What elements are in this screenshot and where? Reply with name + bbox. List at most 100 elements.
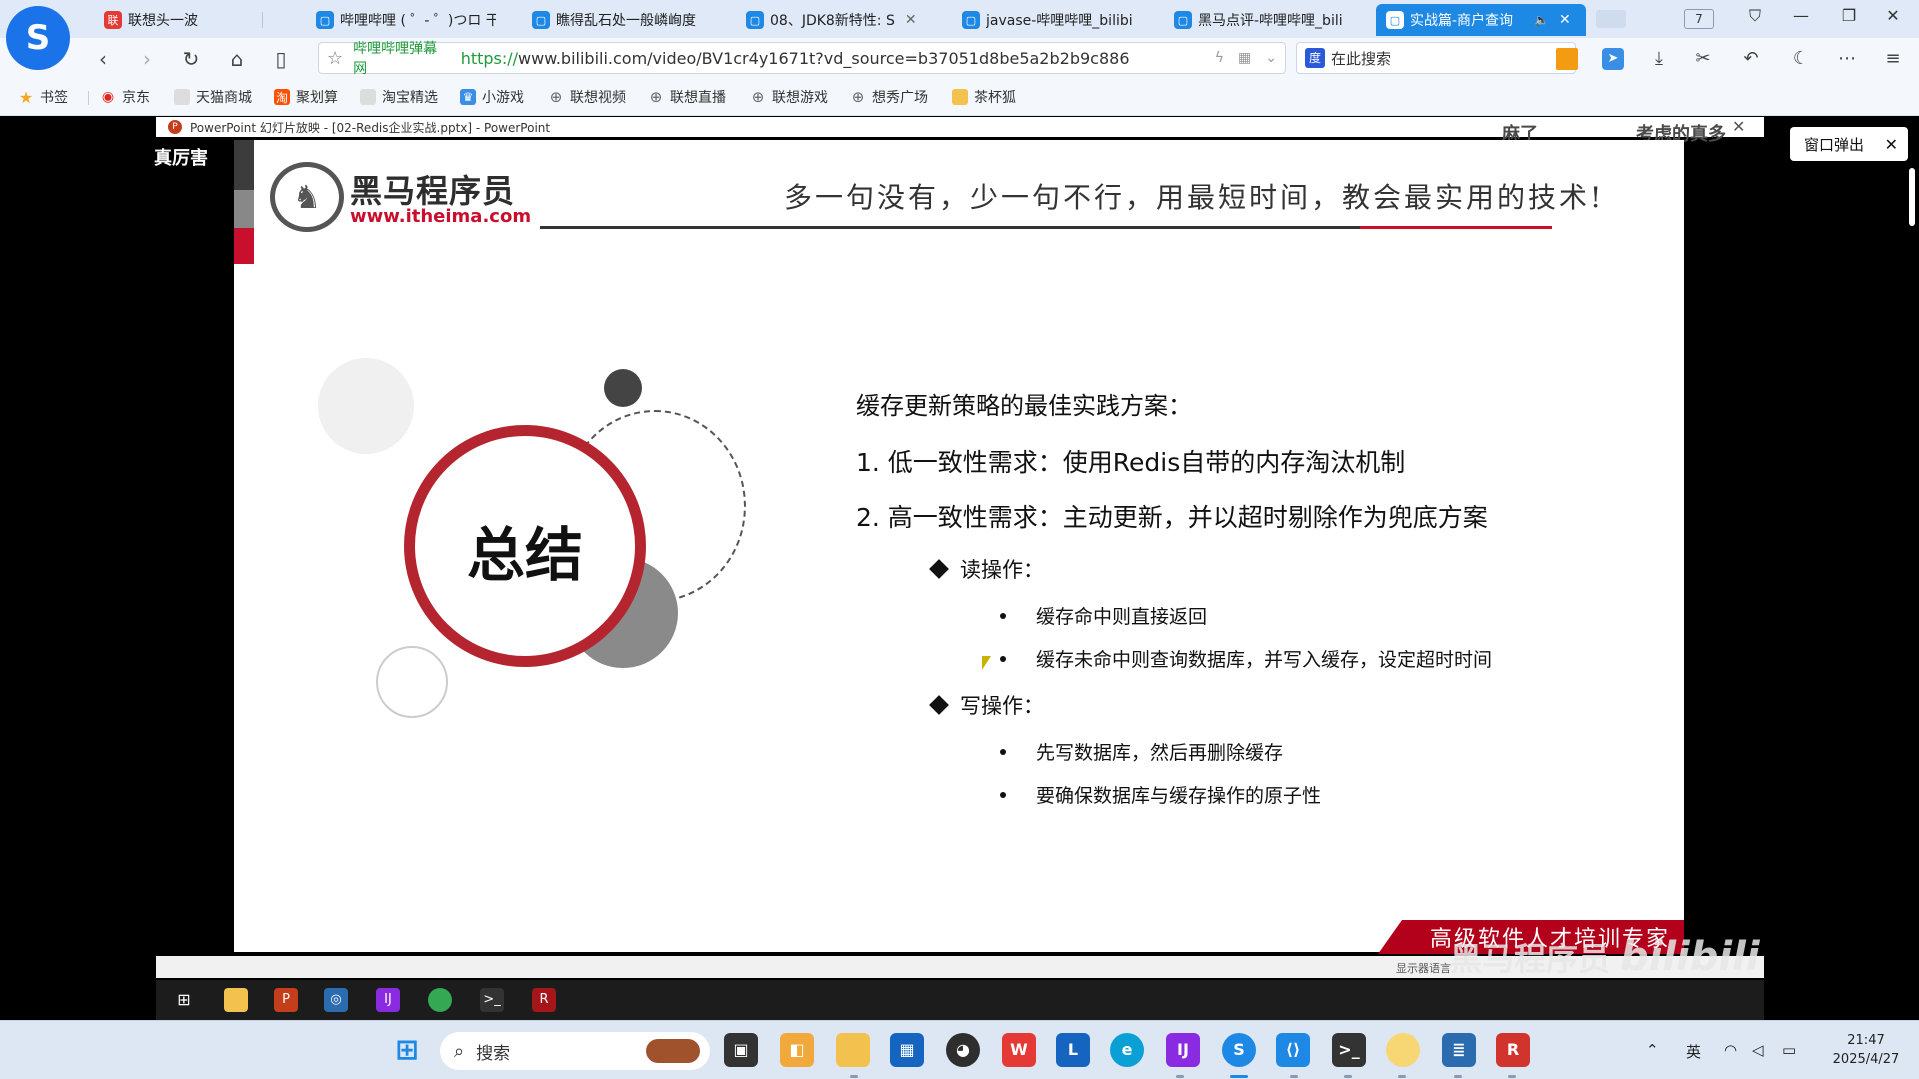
bookmark-item[interactable]: 茶杯狐 bbox=[952, 87, 1016, 107]
taskbar-search[interactable]: ⌕ 搜索 bbox=[440, 1032, 710, 1070]
jd-icon: ◉ bbox=[101, 89, 115, 105]
globe-icon: ⊕ bbox=[851, 88, 865, 106]
volume-icon[interactable]: ◁ bbox=[1752, 1041, 1764, 1059]
write-ops-heading: 写操作： bbox=[929, 690, 1044, 720]
wechat-icon[interactable]: ◕ bbox=[946, 1033, 980, 1067]
tmall-icon bbox=[174, 89, 190, 105]
bookmark-item[interactable]: ⊕ 联想视频 bbox=[548, 87, 626, 107]
close-icon[interactable]: ✕ bbox=[1732, 117, 1745, 136]
bookmark-item[interactable]: ⊕ 想秀广场 bbox=[850, 87, 928, 107]
moon-icon[interactable]: ☾ bbox=[1788, 46, 1814, 72]
close-icon[interactable]: ✕ bbox=[1559, 12, 1571, 28]
lightning-icon[interactable]: ϟ bbox=[1215, 50, 1224, 66]
video-taskbar: ⊞ P ◎ IJ >_ R bbox=[156, 980, 1764, 1020]
bookmark-label: 小游戏 bbox=[482, 90, 524, 106]
download-icon[interactable]: ⤓ bbox=[1646, 46, 1672, 72]
terminal-icon[interactable]: >_ bbox=[1332, 1033, 1366, 1067]
bookmark-item[interactable]: 淘聚划算 bbox=[274, 87, 338, 107]
back-icon[interactable]: ‹ bbox=[90, 46, 116, 72]
browser-logo-icon[interactable]: S bbox=[6, 6, 70, 70]
tab-count-badge[interactable]: 7 bbox=[1684, 9, 1714, 29]
tab-label: 08、JDK8新特性: S bbox=[770, 13, 895, 29]
more-icon[interactable]: ⋯ bbox=[1834, 46, 1860, 72]
bullet-text: 要确保数据库与缓存操作的原子性 bbox=[1036, 785, 1322, 807]
bookmark-item[interactable]: ◉ 京东 bbox=[100, 87, 150, 107]
lenovo-app-icon[interactable]: L bbox=[1056, 1033, 1090, 1067]
windows-start-icon[interactable]: ⊞ bbox=[390, 1033, 424, 1067]
tab-javase[interactable]: ▢ javase-哔哩哔哩_bilibi bbox=[952, 4, 1144, 36]
bookmark-item[interactable]: ♛ 小游戏 bbox=[460, 87, 524, 107]
tab-lenovo[interactable]: 联 联想头一波 bbox=[94, 4, 244, 36]
windows-start-icon: ⊞ bbox=[177, 990, 191, 1009]
tab-jdk8[interactable]: ▢ 08、JDK8新特性: S ✕ bbox=[736, 4, 936, 36]
forward-icon[interactable]: › bbox=[134, 46, 160, 72]
write-bullet: 要确保数据库与缓存操作的原子性 bbox=[1000, 781, 1321, 808]
bookmark-item[interactable]: 天猫商城 bbox=[174, 87, 252, 107]
url-text[interactable]: www.bilibili.com/video/BV1cr4y1671t?vd_s… bbox=[518, 49, 1215, 68]
close-window-icon[interactable]: ✕ bbox=[1878, 6, 1908, 25]
redis-icon[interactable]: R bbox=[1496, 1033, 1530, 1067]
home-icon[interactable]: ⌂ bbox=[224, 46, 250, 72]
running-indicator bbox=[1454, 1075, 1462, 1078]
heima-logo: ♞ 黑马程序员 www.itheima.com bbox=[270, 162, 531, 232]
task-view-icon[interactable]: ▣ bbox=[724, 1033, 758, 1067]
scrollbar-thumb[interactable] bbox=[1909, 168, 1915, 226]
snipaste-icon[interactable] bbox=[1386, 1033, 1420, 1067]
new-tab-button[interactable] bbox=[1596, 10, 1626, 28]
popout-button[interactable]: 窗口弹出 ✕ bbox=[1790, 127, 1908, 161]
battery-icon[interactable]: ▭ bbox=[1782, 1041, 1796, 1059]
speaker-icon[interactable]: 🔈 bbox=[1534, 13, 1549, 27]
browser-icon[interactable]: S bbox=[1222, 1033, 1256, 1067]
taskbar-clock[interactable]: 21:47 2025/4/27 bbox=[1826, 1031, 1906, 1069]
bookmark-item[interactable]: ⊕ 联想游戏 bbox=[750, 87, 828, 107]
tab-label: 实战篇-商户查询 bbox=[1410, 13, 1514, 29]
bookmark-star-icon[interactable]: ☆ bbox=[327, 48, 343, 69]
wifi-icon[interactable]: ◠ bbox=[1724, 1041, 1737, 1059]
file-explorer-icon[interactable] bbox=[836, 1033, 870, 1067]
bullet-text: 先写数据库，然后再删除缓存 bbox=[1036, 742, 1284, 764]
reader-icon[interactable]: ▯ bbox=[268, 46, 294, 72]
horse-logo-icon: ♞ bbox=[270, 162, 344, 232]
input-language[interactable]: 英 bbox=[1686, 1041, 1701, 1062]
read-label: 读操作： bbox=[960, 558, 1044, 582]
search-box[interactable]: 度 在此搜索 ⌕ bbox=[1296, 42, 1576, 74]
bookmark-label: 想秀广场 bbox=[872, 90, 928, 106]
browser-navbar: ‹ › ↻ ⌂ ▯ ☆ 哔哩哔哩弹幕网 https:// www.bilibil… bbox=[0, 38, 1919, 78]
vscode-icon[interactable]: ⟨⟩ bbox=[1276, 1033, 1310, 1067]
tab-bilibili-home[interactable]: ▢ 哔哩哔哩 ( ゜- ゜)つロ 干 bbox=[306, 4, 506, 36]
tab-heima-dianping[interactable]: ▢ 黑马点评-哔哩哔哩_bili bbox=[1164, 4, 1364, 36]
bookmark-item[interactable]: ⊕ 联想直播 bbox=[648, 87, 726, 107]
minimize-icon[interactable]: — bbox=[1786, 6, 1816, 25]
widgets-icon[interactable]: ◧ bbox=[780, 1033, 814, 1067]
shirt-skin-icon[interactable]: ⛉ bbox=[1740, 6, 1770, 26]
scissors-icon[interactable]: ✂ bbox=[1690, 46, 1716, 72]
bilibili-tv-icon: ▢ bbox=[1174, 11, 1192, 29]
running-indicator bbox=[1344, 1075, 1352, 1078]
menu-icon[interactable]: ≡ bbox=[1880, 46, 1906, 72]
tab-active-shop-query[interactable]: ▢ 实战篇-商户查询 🔈 ✕ bbox=[1376, 4, 1586, 36]
intellij-icon[interactable]: IJ bbox=[1166, 1033, 1200, 1067]
notes-label[interactable]: 显示器语言 bbox=[1396, 960, 1451, 976]
address-bar[interactable]: ☆ 哔哩哔哩弹幕网 https:// www.bilibili.com/vide… bbox=[318, 41, 1286, 77]
close-icon[interactable]: ✕ bbox=[1885, 135, 1898, 154]
wps-icon[interactable]: W bbox=[1002, 1033, 1036, 1067]
undo-icon[interactable]: ↶ bbox=[1738, 46, 1764, 72]
reload-icon[interactable]: ↻ bbox=[178, 46, 204, 72]
edge-icon[interactable]: e bbox=[1110, 1033, 1144, 1067]
bookmark-item[interactable]: 淘宝精选 bbox=[360, 87, 438, 107]
close-icon[interactable]: ✕ bbox=[905, 12, 917, 28]
store-icon[interactable]: ▦ bbox=[890, 1033, 924, 1067]
bookmark-item[interactable]: ★ 书签 bbox=[18, 87, 68, 107]
bilibili-tv-icon: ▢ bbox=[316, 11, 334, 29]
decor-circle bbox=[604, 369, 642, 407]
chevron-up-icon[interactable]: ⌃ bbox=[1646, 1041, 1659, 1059]
chevron-down-icon[interactable]: ⌄ bbox=[1265, 50, 1277, 66]
notepad-icon[interactable]: ≣ bbox=[1442, 1033, 1476, 1067]
send-extension-icon[interactable]: ➤ bbox=[1602, 48, 1624, 70]
bilibili-tv-icon: ▢ bbox=[746, 11, 764, 29]
restore-icon[interactable]: ❐ bbox=[1834, 6, 1864, 25]
baidu-paw-icon[interactable]: 度 bbox=[1305, 48, 1325, 68]
tab-video-2[interactable]: ▢ 瞧得乱石处一般嶙峋度 bbox=[522, 4, 718, 36]
qr-icon[interactable]: ▦ bbox=[1238, 50, 1251, 66]
orange-extension-icon[interactable] bbox=[1556, 48, 1578, 70]
